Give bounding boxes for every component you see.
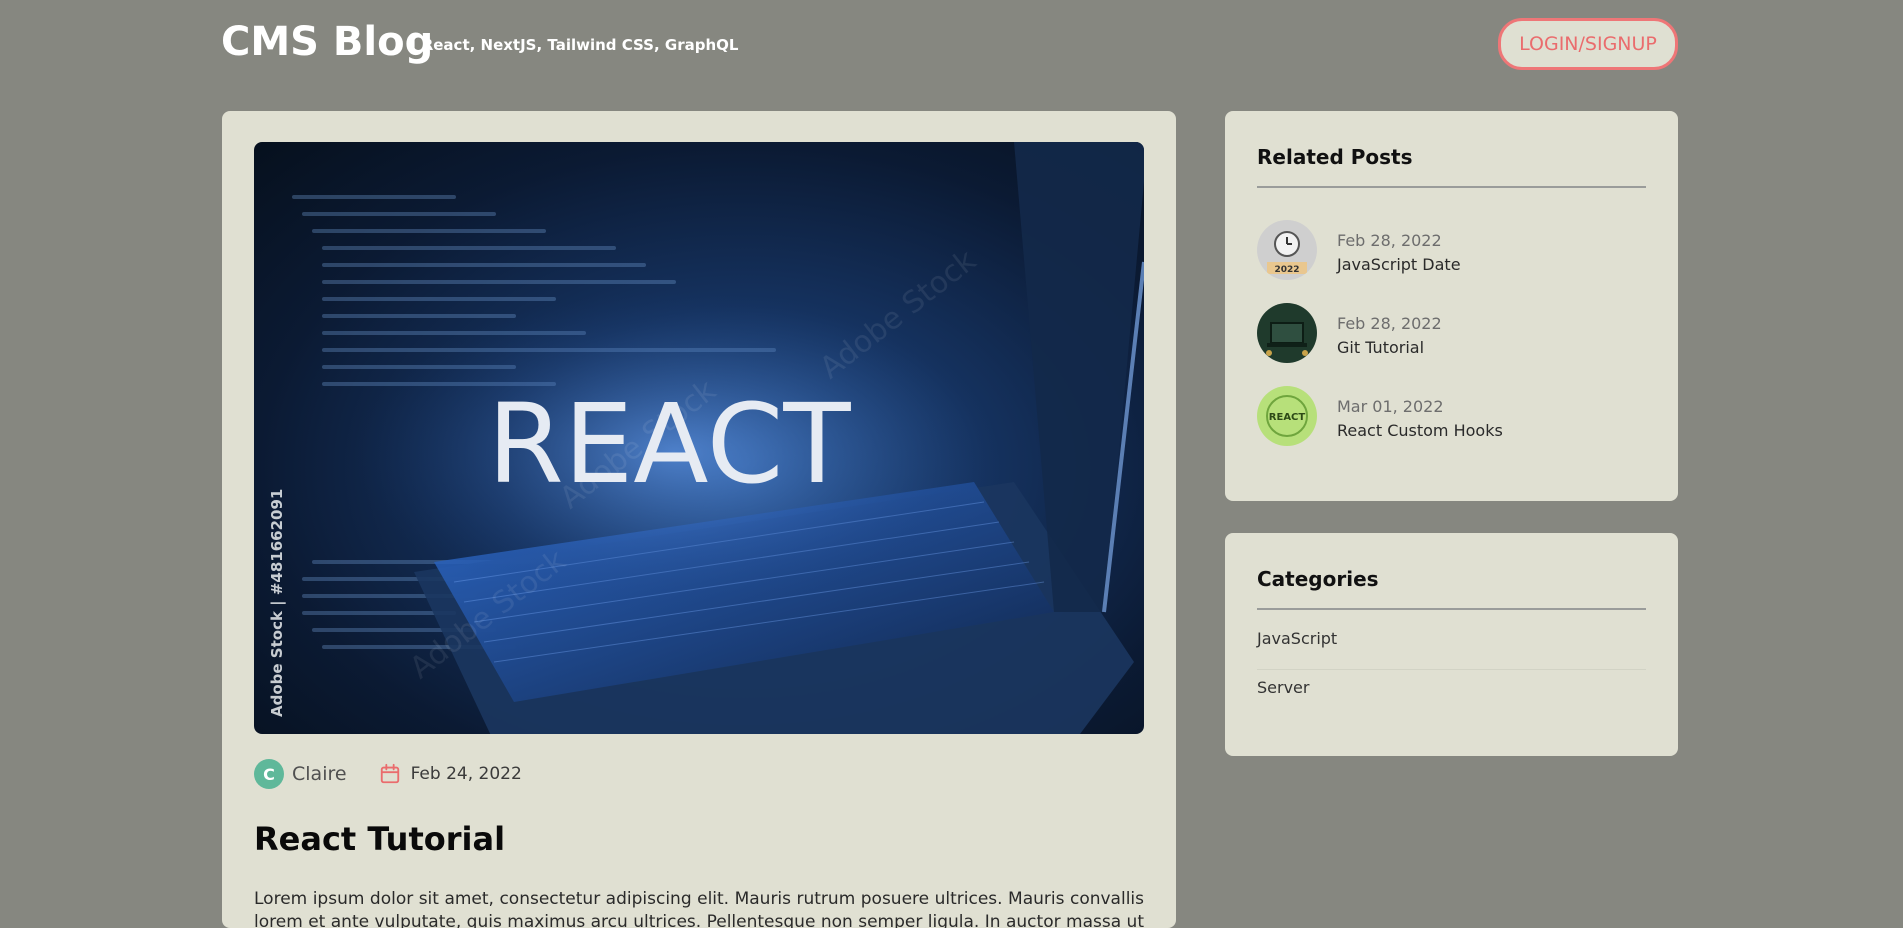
hero-text: REACT <box>487 380 851 508</box>
related-post-date: Feb 28, 2022 <box>1337 314 1442 333</box>
categories-title: Categories <box>1257 567 1379 591</box>
post-hero-image: Adobe Stock Adobe Stock Adobe Stock REAC… <box>254 142 1144 734</box>
related-post-item[interactable]: Feb 28, 2022 Git Tutorial <box>1257 303 1646 363</box>
post-body: Lorem ipsum dolor sit amet, consectetur … <box>254 889 1144 928</box>
post-card: Adobe Stock Adobe Stock Adobe Stock REAC… <box>222 111 1176 928</box>
related-posts-widget: Related Posts 2022 Feb 28, 2022 JavaScri… <box>1225 111 1678 501</box>
related-post-item[interactable]: REACT Mar 01, 2022 React Custom Hooks <box>1257 386 1646 446</box>
post-meta: C Claire Feb 24, 2022 <box>254 759 522 789</box>
site-title[interactable]: CMS Blog <box>221 22 433 62</box>
divider <box>1257 186 1646 188</box>
calendar-icon <box>380 763 399 784</box>
related-post-date: Feb 28, 2022 <box>1337 231 1442 250</box>
category-label[interactable]: Server <box>1257 678 1309 697</box>
author-name: Claire <box>292 763 347 785</box>
site-header: CMS Blog | React, NextJS, Tailwind CSS, … <box>221 18 1678 88</box>
post-thumbnail: 2022 <box>1257 220 1317 280</box>
related-post-date: Mar 01, 2022 <box>1337 397 1444 416</box>
post-thumbnail <box>1257 303 1317 363</box>
category-label[interactable]: JavaScript <box>1257 629 1337 648</box>
category-link[interactable]: JavaScript <box>1257 629 1646 670</box>
stock-id-text: Adobe Stock | #481662091 <box>268 489 287 717</box>
related-posts-title: Related Posts <box>1257 145 1413 169</box>
post-title: React Tutorial <box>254 820 506 858</box>
related-post-item[interactable]: 2022 Feb 28, 2022 JavaScript Date <box>1257 220 1646 280</box>
post-thumbnail: REACT <box>1257 386 1317 446</box>
related-post-title[interactable]: Git Tutorial <box>1337 338 1424 357</box>
categories-widget: Categories JavaScript Server <box>1225 533 1678 756</box>
svg-text:REACT: REACT <box>1269 412 1306 423</box>
related-post-title[interactable]: JavaScript Date <box>1337 255 1461 274</box>
related-post-title[interactable]: React Custom Hooks <box>1337 421 1503 440</box>
post-date: Feb 24, 2022 <box>410 764 522 784</box>
site-subtitle: | React, NextJS, Tailwind CSS, GraphQL <box>411 36 739 54</box>
divider <box>1257 608 1646 610</box>
author-avatar: C <box>254 759 284 789</box>
svg-text:2022: 2022 <box>1274 265 1299 275</box>
login-signup-button[interactable]: LOGIN/SIGNUP <box>1498 18 1678 70</box>
category-link[interactable]: Server <box>1257 678 1646 718</box>
